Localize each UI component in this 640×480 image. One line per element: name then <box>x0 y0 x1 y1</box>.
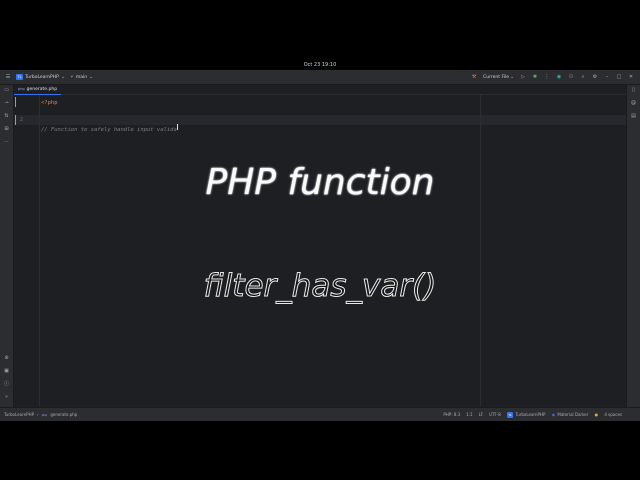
chevron-down-icon: ⌄ <box>510 74 515 80</box>
branch-name: main <box>75 74 88 80</box>
branch-selector[interactable]: ⑂ main ⌄ <box>70 74 93 80</box>
ai-assistant-icon[interactable]: ◉ <box>556 74 562 80</box>
run-icon[interactable]: ▷ <box>520 74 526 80</box>
ai-chat-icon[interactable]: @ <box>631 100 637 106</box>
status-project-name: TurboLearnPHP <box>515 412 546 417</box>
file-encoding[interactable]: UTF-8 <box>489 412 501 417</box>
add-user-icon[interactable]: ⚇ <box>568 74 574 80</box>
line-ending[interactable]: LF <box>479 412 484 417</box>
tab-generate-php[interactable]: php generate.php <box>14 85 62 95</box>
line-number: 2 <box>20 117 24 123</box>
gear-icon[interactable]: ⚙ <box>592 74 598 80</box>
cursor-position[interactable]: 1:1 <box>466 412 472 417</box>
change-marker <box>15 115 16 125</box>
overlay-title: PHP function <box>205 162 435 203</box>
minimize-icon[interactable]: – <box>604 74 610 80</box>
structure-icon[interactable]: ⊞ <box>4 126 10 132</box>
text-caret <box>176 123 178 130</box>
chevron-down-icon: ⌄ <box>60 74 66 80</box>
run-config-selector[interactable]: Current File ⌄ <box>483 74 514 80</box>
status-project[interactable]: TL TurboLearnPHP <box>506 411 546 418</box>
folder-icon[interactable]: ▭ <box>4 87 10 93</box>
project-badge: TL <box>506 411 514 418</box>
ide-window: ☰ TL TurboLearnPHP ⌄ ⑂ main ⌄ ⚒ Current … <box>0 70 640 421</box>
search-icon[interactable]: ⌕ <box>580 74 586 80</box>
run-config-label: Current File <box>483 74 509 80</box>
php-file-icon: php <box>18 87 25 91</box>
palette-icon: ◆ <box>551 411 555 417</box>
notifications-icon[interactable]: ▯ <box>631 87 637 93</box>
breadcrumb-project[interactable]: TurboLearnPHP <box>4 412 34 417</box>
problems-icon[interactable]: ⓘ <box>4 381 10 387</box>
code-editor[interactable]: 2 <?php // Function to safely handle inp… <box>14 95 626 411</box>
tab-label: generate.php <box>26 86 58 92</box>
close-icon[interactable]: ✕ <box>628 74 634 80</box>
git-icon[interactable]: ⑂ <box>4 394 10 400</box>
main-toolbar: ☰ TL TurboLearnPHP ⌄ ⑂ main ⌄ ⚒ Current … <box>0 70 640 85</box>
project-name: TurboLearnPHP <box>25 74 59 80</box>
editor-tab-bar: php generate.php <box>14 85 626 95</box>
status-bar: TurboLearnPHP › php generate.php PHP: 8.… <box>0 407 640 421</box>
hamburger-menu-icon[interactable]: ☰ <box>5 74 11 80</box>
overlay-function-name: filter_has_var() <box>203 268 437 305</box>
build-icon[interactable]: ⚒ <box>471 74 477 80</box>
project-badge: TL <box>16 74 24 80</box>
plugins-icon[interactable]: ⊛ <box>4 355 10 361</box>
breadcrumb-separator: › <box>37 412 39 417</box>
maximize-icon[interactable]: □ <box>616 74 622 80</box>
left-tool-strip: ▭ ⊸ ⇅ ⊞ ⋯ ⊛ ▣ ⓘ ⑂ <box>0 85 14 411</box>
code-line-2: // Function to safely handle input valid… <box>41 127 177 133</box>
change-marker <box>15 97 16 107</box>
right-tool-strip: ▯ @ ▤ <box>626 85 640 411</box>
status-theme[interactable]: ◆ Material Darker <box>551 411 589 418</box>
commit-icon[interactable]: ⊸ <box>4 100 10 106</box>
database-icon[interactable]: ▤ <box>631 113 637 119</box>
more-tools-icon[interactable]: ⋯ <box>4 139 10 145</box>
theme-name: Material Darker <box>557 412 589 417</box>
pull-request-icon[interactable]: ⇅ <box>4 113 10 119</box>
system-clock[interactable]: Oct 23 19:10 <box>304 62 337 68</box>
project-selector[interactable]: TL TurboLearnPHP ⌄ <box>16 74 65 80</box>
php-file-icon: php <box>41 412 48 417</box>
more-actions-icon[interactable]: ⋮ <box>544 74 550 80</box>
code-line-2-wrap: // Function to safely handle input valid… <box>41 116 178 135</box>
right-margin-guide <box>480 95 481 411</box>
line-gutter: 2 <box>14 95 40 411</box>
php-version[interactable]: PHP: 8.3 <box>443 412 460 417</box>
power-save-icon[interactable]: ● <box>594 412 599 418</box>
indent-setting[interactable]: 4 spaces <box>604 412 622 417</box>
code-line-1: <?php <box>41 100 58 106</box>
terminal-icon[interactable]: ▣ <box>4 368 10 374</box>
branch-icon: ⑂ <box>70 74 74 80</box>
debug-icon[interactable]: ✱ <box>532 74 538 80</box>
system-top-bar: Oct 23 19:10 <box>0 60 640 70</box>
breadcrumb-file[interactable]: generate.php <box>50 412 77 417</box>
chevron-down-icon: ⌄ <box>89 74 94 80</box>
